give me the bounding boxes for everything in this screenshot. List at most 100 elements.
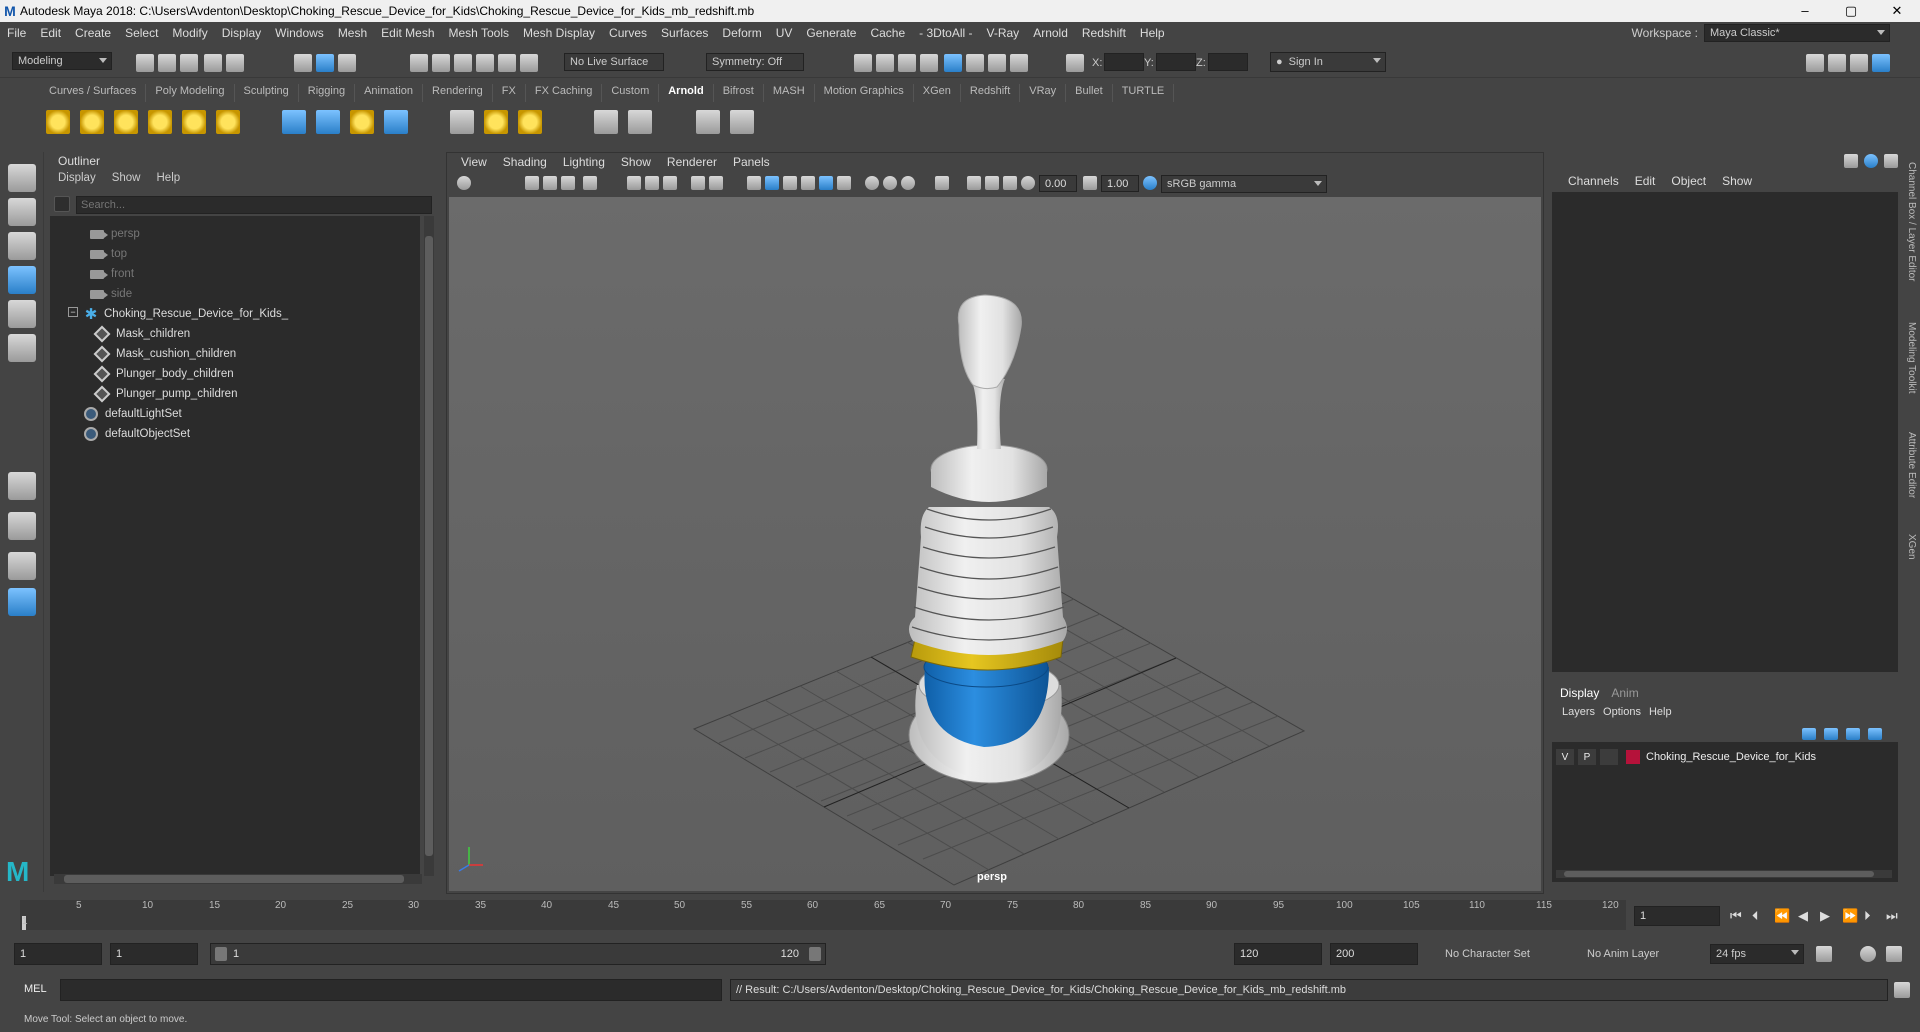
resolution-gate-icon[interactable]: [663, 176, 677, 190]
animation-start-field[interactable]: 1: [14, 943, 102, 965]
menu-vray[interactable]: V-Ray: [980, 26, 1027, 40]
skydome-light-icon[interactable]: [148, 110, 172, 134]
light-editor-icon[interactable]: [988, 54, 1006, 72]
2d-pan-zoom-icon[interactable]: [583, 176, 597, 190]
mesh-light-icon[interactable]: [80, 110, 104, 134]
save-scene-icon[interactable]: [180, 54, 198, 72]
xray-icon[interactable]: [883, 176, 897, 190]
paint-select-tool-icon[interactable]: [8, 232, 36, 260]
scroll-thumb[interactable]: [64, 875, 404, 883]
four-view-layout-icon[interactable]: [8, 512, 36, 540]
gamma-field[interactable]: 1.00: [1101, 175, 1139, 192]
range-start-handle[interactable]: [215, 947, 227, 961]
ipr-render-icon[interactable]: [898, 54, 916, 72]
select-camera-icon[interactable]: [457, 176, 471, 190]
select-component-icon[interactable]: [338, 54, 356, 72]
menu-generate[interactable]: Generate: [799, 26, 863, 40]
vp-menu-show[interactable]: Show: [613, 155, 659, 173]
side-tab-attribute-editor[interactable]: Attribute Editor: [1906, 432, 1917, 498]
channel-box-info-icon[interactable]: [1864, 154, 1878, 168]
z-field[interactable]: [1208, 53, 1248, 71]
channels-menu[interactable]: Channels: [1560, 174, 1627, 188]
tx-manager-icon[interactable]: [518, 110, 542, 134]
shelf-tab-bullet[interactable]: Bullet: [1066, 84, 1113, 102]
vp-menu-panels[interactable]: Panels: [725, 155, 778, 173]
maximize-button[interactable]: ▢: [1828, 3, 1874, 19]
vp-menu-shading[interactable]: Shading: [495, 155, 555, 173]
hud-icon[interactable]: [967, 176, 981, 190]
layer-playback-toggle[interactable]: P: [1578, 749, 1596, 765]
fps-select[interactable]: 24 fps: [1710, 944, 1804, 964]
shelf-tab-motion-graphics[interactable]: Motion Graphics: [815, 84, 914, 102]
image-plane-icon[interactable]: [561, 176, 575, 190]
command-input[interactable]: [60, 979, 722, 1001]
menu-surfaces[interactable]: Surfaces: [654, 26, 715, 40]
single-perspective-layout-icon[interactable]: [8, 472, 36, 500]
script-language-toggle[interactable]: MEL: [24, 983, 47, 995]
menu-file[interactable]: File: [0, 26, 33, 40]
menu-mesh[interactable]: Mesh: [331, 26, 374, 40]
channel-box-float-icon[interactable]: [1884, 154, 1898, 168]
x-field[interactable]: [1104, 53, 1144, 71]
play-render-icon[interactable]: [730, 110, 754, 134]
select-hierarchy-icon[interactable]: [294, 54, 312, 72]
layer-row[interactable]: V P Choking_Rescue_Device_for_Kids: [1556, 748, 1892, 766]
scale-tool-icon[interactable]: [8, 334, 36, 362]
channel-box-icon[interactable]: [1872, 54, 1890, 72]
light-portal-icon[interactable]: [182, 110, 206, 134]
symmetry-select[interactable]: Symmetry: Off: [706, 53, 804, 71]
snap-projected-icon[interactable]: [476, 54, 494, 72]
outliner-item-mask[interactable]: Mask_children: [93, 324, 190, 344]
auto-key-icon[interactable]: [1860, 946, 1876, 962]
workspace-select[interactable]: Maya Classic*: [1704, 24, 1890, 42]
menu-deform[interactable]: Deform: [715, 26, 768, 40]
select-tool-icon[interactable]: [8, 164, 36, 192]
menu-help[interactable]: Help: [1133, 26, 1172, 40]
standin-icon[interactable]: [282, 110, 306, 134]
layer-help-menu[interactable]: Help: [1649, 706, 1680, 718]
shelf-tab-fx[interactable]: FX: [493, 84, 526, 102]
menu-uv[interactable]: UV: [769, 26, 800, 40]
make-live-icon[interactable]: [520, 54, 538, 72]
move-layer-up-icon[interactable]: [1802, 728, 1816, 740]
shelf-tab-custom[interactable]: Custom: [602, 84, 660, 102]
layer-horizontal-scrollbar[interactable]: [1556, 870, 1892, 878]
range-end-handle[interactable]: [809, 947, 821, 961]
outliner-vertical-scrollbar[interactable]: [424, 216, 434, 876]
snap-point-icon[interactable]: [454, 54, 472, 72]
outliner-item-plunger-body[interactable]: Plunger_body_children: [93, 364, 234, 384]
side-tab-modeling-toolkit[interactable]: Modeling Toolkit: [1906, 322, 1917, 394]
snap-view-plane-icon[interactable]: [498, 54, 516, 72]
step-forward-frame-icon[interactable]: ⏵: [1864, 908, 1871, 924]
show-menu[interactable]: Show: [1714, 174, 1760, 188]
shelf-tab-rigging[interactable]: Rigging: [299, 84, 356, 102]
object-menu[interactable]: Object: [1663, 174, 1714, 188]
snap-curve-icon[interactable]: [432, 54, 450, 72]
outliner-item-plunger-pump[interactable]: Plunger_pump_children: [93, 384, 237, 404]
wireframe-on-shaded-icon[interactable]: [783, 176, 797, 190]
render-frame-icon[interactable]: [876, 54, 894, 72]
outliner-item-light-set[interactable]: defaultLightSet: [84, 404, 182, 424]
play-forwards-icon[interactable]: ▶: [1820, 908, 1830, 924]
shelf-tab-rendering[interactable]: Rendering: [423, 84, 493, 102]
shelf-tab-fx-caching[interactable]: FX Caching: [526, 84, 603, 102]
menu-create[interactable]: Create: [68, 26, 118, 40]
vp-menu-renderer[interactable]: Renderer: [659, 155, 725, 173]
layer-display-type[interactable]: [1600, 749, 1618, 765]
outliner-filter-icon[interactable]: [54, 196, 70, 212]
shelf-tab-vray[interactable]: VRay: [1020, 84, 1067, 102]
mode-select[interactable]: Modeling: [12, 52, 112, 70]
menu-windows[interactable]: Windows: [268, 26, 331, 40]
rotate-tool-icon[interactable]: [8, 300, 36, 328]
export-standin-icon[interactable]: [316, 110, 340, 134]
layer-color-swatch[interactable]: [1626, 750, 1640, 764]
field-chart-icon[interactable]: [709, 176, 723, 190]
render-settings-icon[interactable]: [920, 54, 938, 72]
move-tool-icon[interactable]: [8, 266, 36, 294]
animation-preferences-icon[interactable]: [1886, 946, 1902, 962]
shadows-icon[interactable]: [837, 176, 851, 190]
menu-display[interactable]: Display: [215, 26, 268, 40]
exposure-icon[interactable]: [1021, 176, 1035, 190]
outliner-item-mask-cushion[interactable]: Mask_cushion_children: [93, 344, 236, 364]
shelf-tab-turtle[interactable]: TURTLE: [1113, 84, 1175, 102]
